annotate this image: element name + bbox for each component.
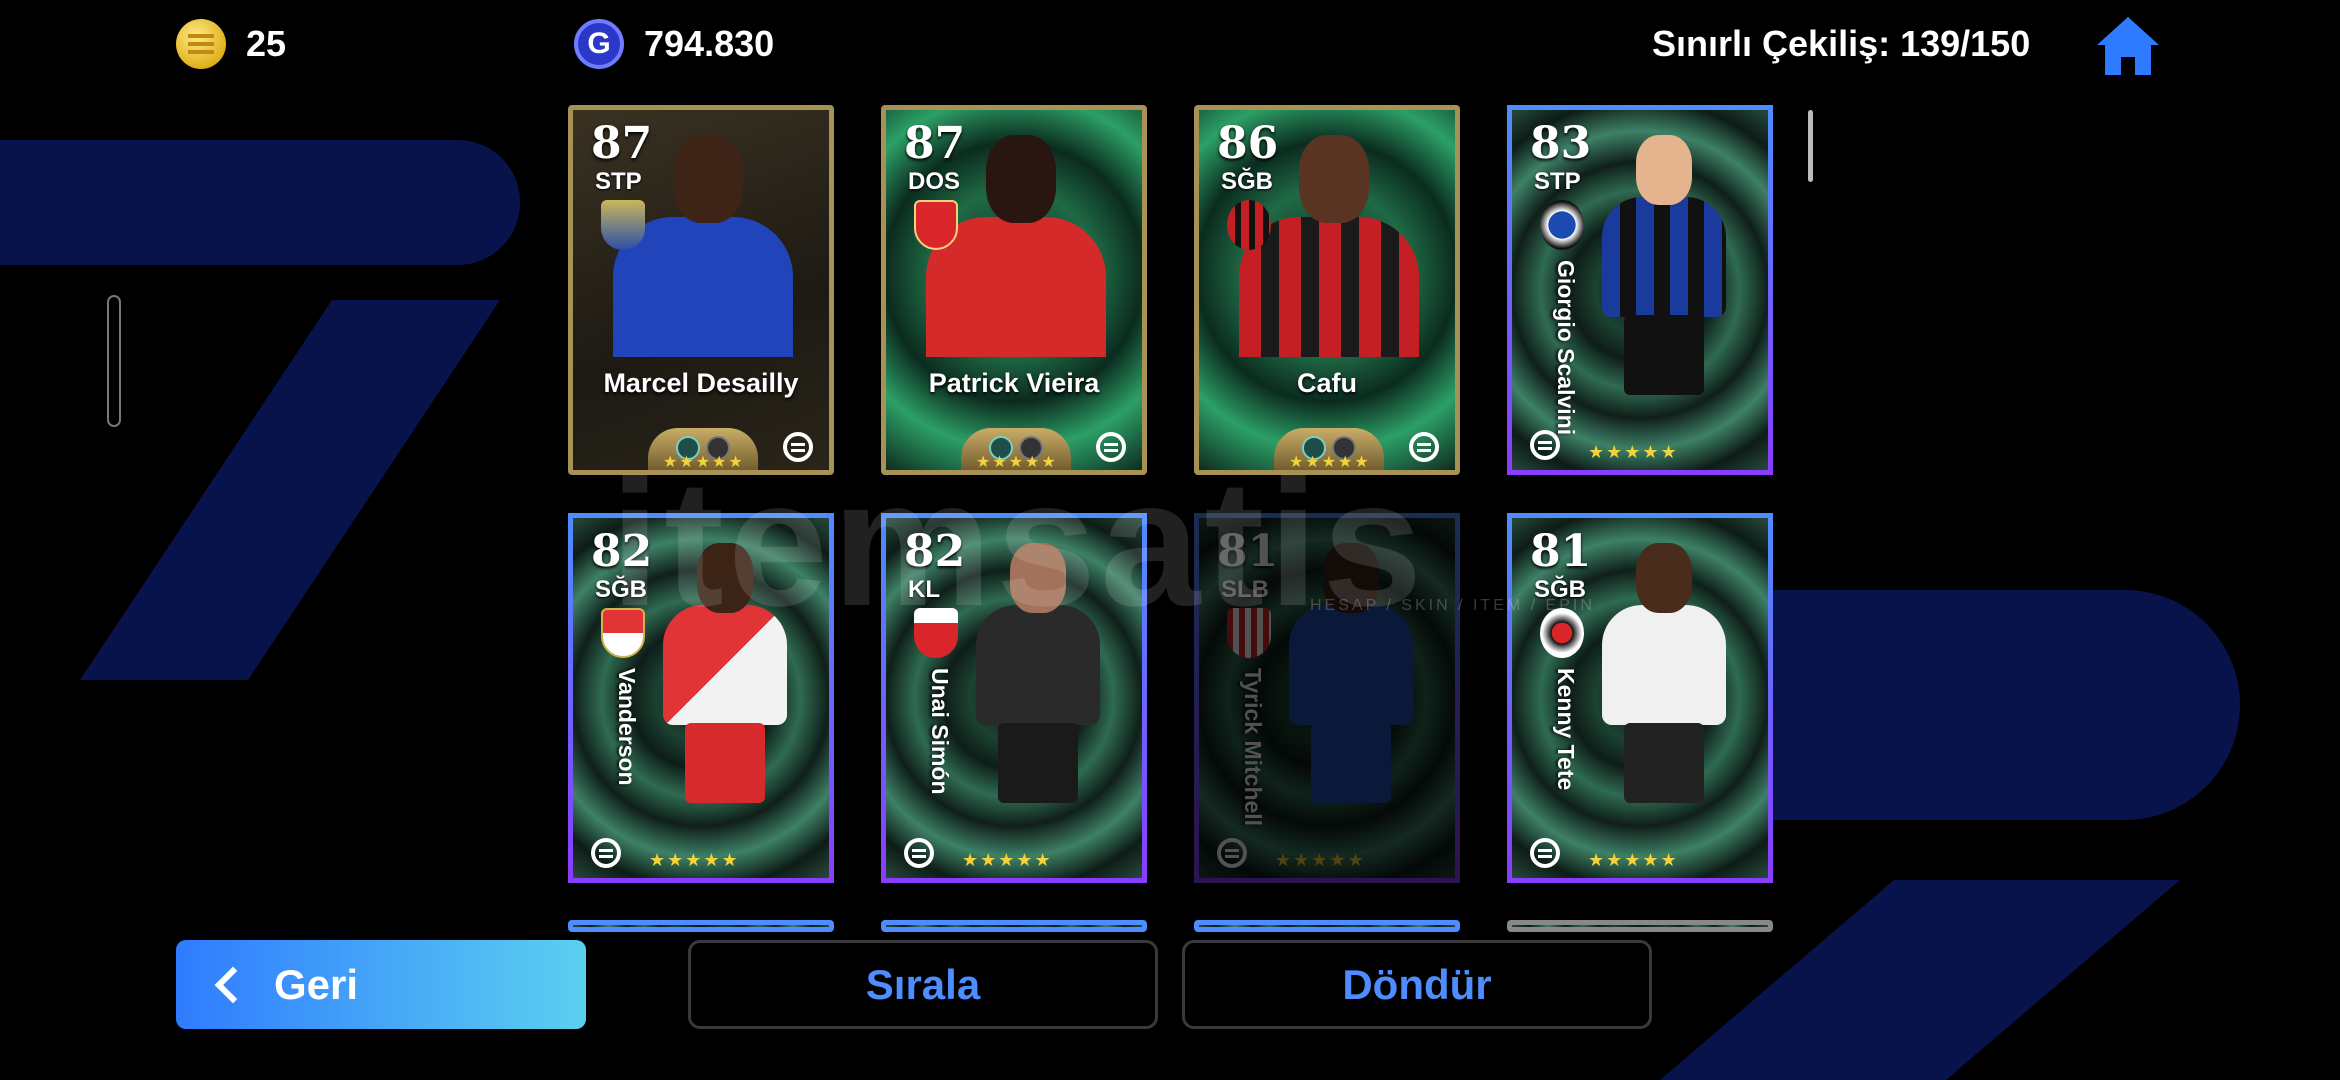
player-card[interactable]: 81 SĞB Kenny Tete ★★★★★ xyxy=(1507,513,1773,883)
card-player-name: Kenny Tete xyxy=(1553,668,1579,791)
rotate-button-label: Döndür xyxy=(1342,960,1492,1008)
efootball-logo-icon xyxy=(904,838,934,868)
coin-amount: 25 xyxy=(246,23,287,64)
gp-amount: 794.830 xyxy=(644,23,775,64)
card-player-name: Patrick Vieira xyxy=(928,368,1100,398)
watermark: itemsatis xyxy=(610,443,1427,644)
club-badge-icon xyxy=(914,200,958,250)
card-rating: 87 xyxy=(591,118,653,169)
card-stars: ★★★★★ xyxy=(1588,850,1679,870)
card-position: STP xyxy=(1534,168,1581,195)
player-card[interactable]: 83 STP Giorgio Scalvini ★★★★★ xyxy=(1507,105,1773,475)
chevron-left-icon xyxy=(214,966,252,1003)
player-card-partial[interactable] xyxy=(881,920,1147,932)
player-card-partial[interactable] xyxy=(1194,920,1460,932)
card-stars: ★★★★★ xyxy=(649,850,740,870)
card-stars: ★★★★★ xyxy=(1588,442,1679,462)
background-shape xyxy=(0,140,520,265)
player-card[interactable]: 87 STP Marcel Desailly ★★★★★ xyxy=(568,105,834,475)
rotate-button[interactable]: Döndür xyxy=(1182,940,1652,1029)
card-player-name: Tyrick Mitchell xyxy=(1240,668,1266,827)
card-player-name: Giorgio Scalvini xyxy=(1553,260,1579,436)
background-shape xyxy=(1660,880,2180,1080)
home-button[interactable] xyxy=(2095,15,2161,77)
card-rating: 87 xyxy=(904,118,966,169)
club-badge-icon xyxy=(1540,608,1584,658)
scrollbar[interactable] xyxy=(1808,110,1813,182)
card-player-name: Cafu xyxy=(1297,368,1357,398)
sort-button-label: Sırala xyxy=(865,960,981,1008)
club-badge-icon xyxy=(1227,200,1271,250)
card-stars: ★★★★★ xyxy=(962,850,1053,870)
card-rating: 86 xyxy=(1217,118,1279,169)
efootball-logo-icon xyxy=(1530,838,1560,868)
home-icon xyxy=(2097,17,2159,75)
player-image xyxy=(1572,543,1752,803)
player-card-partial[interactable] xyxy=(568,920,834,932)
player-image xyxy=(1572,135,1752,395)
player-card-partial[interactable] xyxy=(1507,920,1773,932)
gp-icon: G xyxy=(574,19,624,69)
back-button-label: Geri xyxy=(274,960,359,1008)
gp-balance: G 794.830 xyxy=(574,18,774,70)
card-rating: 83 xyxy=(1530,118,1592,169)
background-shape xyxy=(80,300,500,680)
sort-button[interactable]: Sırala xyxy=(688,940,1158,1029)
efootball-logo-icon xyxy=(1217,838,1247,868)
coin-icon xyxy=(176,19,226,69)
card-player-name: Unai Simón xyxy=(927,668,953,795)
limited-draw-text: Sınırlı Çekiliş: 139/150 xyxy=(1652,23,2031,64)
player-card[interactable]: 86 SĞB Cafu ★★★★★ xyxy=(1194,105,1460,475)
back-button[interactable]: Geri xyxy=(176,940,586,1029)
card-position: SĞB xyxy=(1221,168,1274,195)
card-position: STP xyxy=(595,168,642,195)
efootball-logo-icon xyxy=(591,838,621,868)
club-badge-icon xyxy=(601,200,645,250)
card-player-name: Marcel Desailly xyxy=(603,368,799,398)
efootball-logo-icon xyxy=(1530,430,1560,460)
player-card[interactable]: 87 DOS Patrick Vieira ★★★★★ xyxy=(881,105,1147,475)
card-stars: ★★★★★ xyxy=(1275,850,1366,870)
club-badge-icon xyxy=(1540,200,1584,250)
limited-draw-counter: Sınırlı Çekiliş: 139/150 xyxy=(1652,18,2030,70)
scroll-indicator-left xyxy=(107,295,121,427)
card-player-name: Vanderson xyxy=(614,668,640,786)
watermark-subtitle: HESAP / SKIN / ITEM / EPIN xyxy=(1310,597,1595,614)
card-rating: 81 xyxy=(1530,526,1592,577)
coin-balance: 25 xyxy=(176,18,286,70)
card-position: DOS xyxy=(908,168,961,195)
